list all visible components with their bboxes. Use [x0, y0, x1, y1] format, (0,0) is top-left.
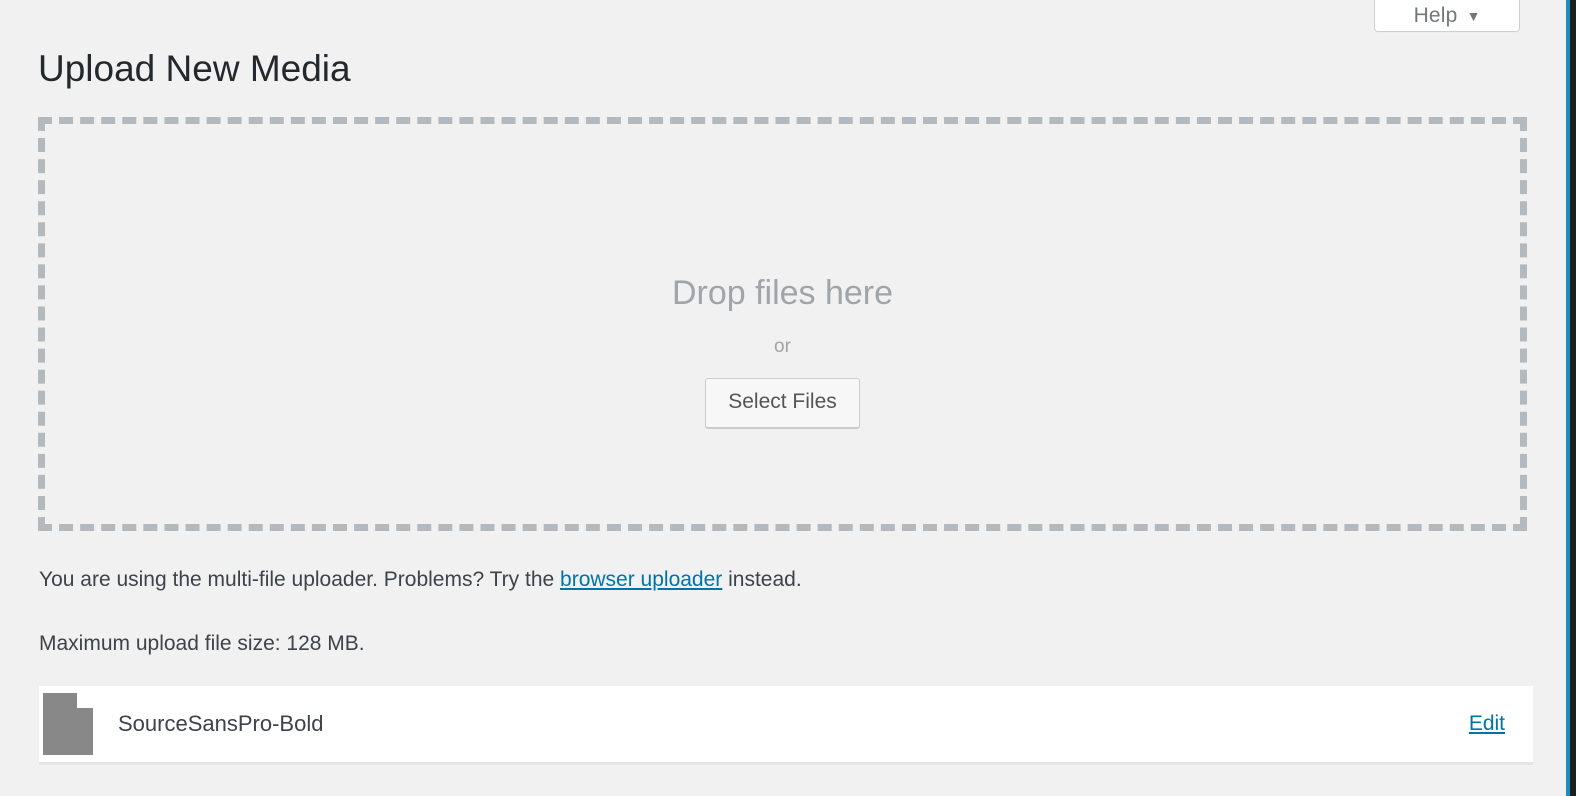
drop-zone-content: Drop files here or Select Files: [45, 272, 1520, 428]
media-item-row: SourceSansPro-Bold Edit: [39, 686, 1533, 762]
chevron-down-icon: ▼: [1466, 8, 1481, 24]
uploader-notice-suffix: instead.: [722, 568, 802, 591]
document-icon: [43, 693, 93, 755]
admin-page: Help ▼ Upload New Media Drop files here …: [0, 0, 1566, 796]
media-items-list: SourceSansPro-Bold Edit: [39, 686, 1533, 765]
drop-files-headline: Drop files here: [671, 274, 894, 312]
uploader-notice-prefix: You are using the multi-file uploader. P…: [39, 568, 561, 591]
edit-media-link[interactable]: Edit: [1469, 710, 1505, 738]
browser-uploader-link[interactable]: browser uploader: [560, 568, 722, 591]
drop-zone-separator: or: [774, 336, 791, 357]
max-upload-size-notice: Maximum upload file size: 128 MB.: [39, 632, 365, 655]
drag-drop-area[interactable]: Drop files here or Select Files: [38, 117, 1527, 531]
media-item-filename: SourceSansPro-Bold: [118, 711, 324, 736]
help-button-label: Help: [1413, 4, 1458, 27]
help-button[interactable]: Help ▼: [1374, 0, 1520, 32]
page-title: Upload New Media: [38, 47, 351, 89]
select-files-button[interactable]: Select Files: [705, 378, 860, 428]
window-edge-accent: [1566, 0, 1570, 796]
multi-file-uploader-notice: You are using the multi-file uploader. P…: [39, 566, 802, 594]
